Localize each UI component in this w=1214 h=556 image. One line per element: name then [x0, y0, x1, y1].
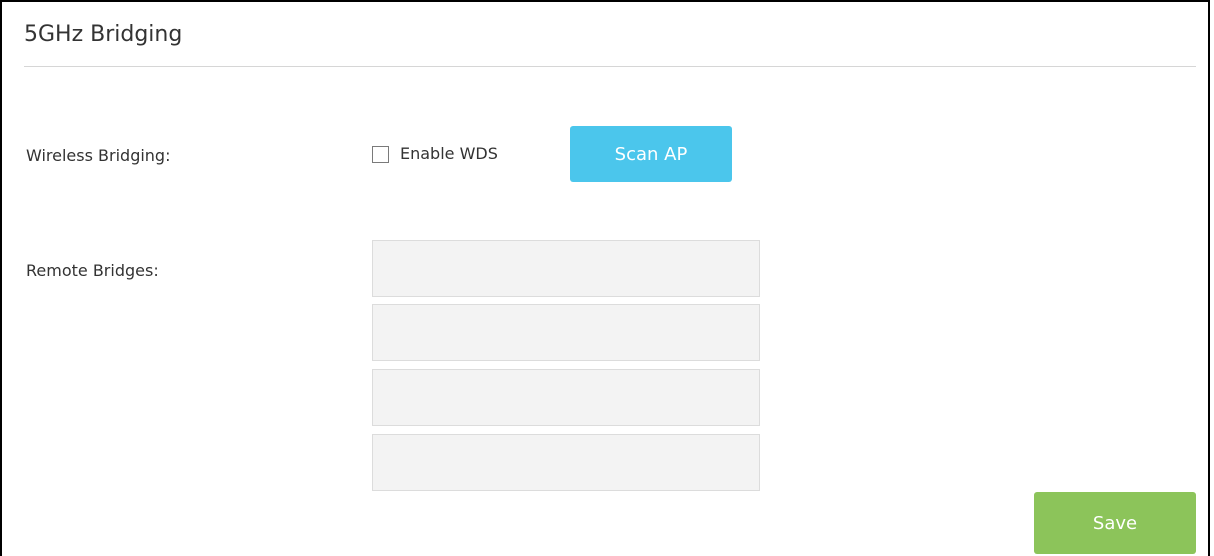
title-divider: [24, 66, 1196, 67]
wireless-bridging-label: Wireless Bridging:: [26, 146, 171, 165]
enable-wds-option[interactable]: Enable WDS: [372, 144, 498, 164]
settings-panel: 5GHz Bridging Wireless Bridging: Enable …: [0, 0, 1210, 556]
remote-bridges-label: Remote Bridges:: [26, 261, 159, 280]
enable-wds-label: Enable WDS: [400, 144, 498, 163]
remote-bridge-input-4[interactable]: [372, 434, 760, 491]
page-title: 5GHz Bridging: [24, 22, 183, 47]
remote-bridge-input-1[interactable]: [372, 240, 760, 297]
save-button[interactable]: Save: [1034, 492, 1196, 554]
remote-bridge-input-3[interactable]: [372, 369, 760, 426]
remote-bridge-input-2[interactable]: [372, 304, 760, 361]
scan-ap-button[interactable]: Scan AP: [570, 126, 732, 182]
enable-wds-checkbox[interactable]: [372, 145, 389, 163]
